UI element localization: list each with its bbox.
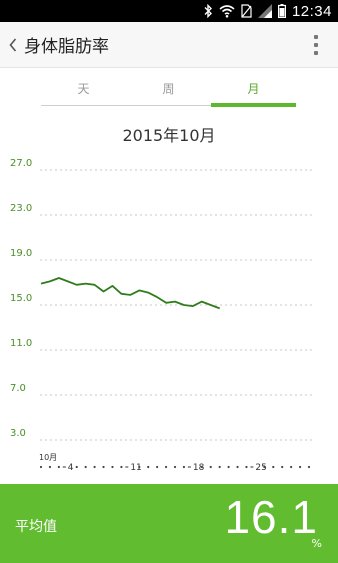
y-tick-label: 23.0 [10, 203, 32, 214]
chevron-left-icon [9, 37, 17, 52]
signal-icon [257, 4, 272, 18]
x-day-dot [307, 465, 311, 469]
x-day-dot [102, 465, 105, 469]
x-day-dot [156, 465, 159, 469]
x-day-dot [138, 465, 141, 469]
average-unit: % [311, 537, 322, 550]
x-day-dot [290, 465, 293, 469]
x-tick-label: 4 [68, 463, 74, 473]
x-day-dot [227, 465, 230, 469]
average-label: 平均值 [15, 519, 57, 535]
y-tick-label: 27.0 [10, 158, 32, 169]
back-button[interactable] [2, 22, 24, 68]
x-day-dot [57, 465, 60, 469]
x-day-dot [93, 465, 96, 469]
x-tick-label: 11 [130, 463, 141, 473]
x-tick-label: 18 [193, 463, 205, 473]
month-label: 10月 [39, 453, 57, 462]
status-time: 12:34 [291, 2, 332, 20]
x-day-dot [245, 465, 248, 469]
x-day-dot [111, 465, 114, 469]
chart-title: 2015年10月 [122, 126, 216, 145]
body-fat-chart: 27.0 23.0 19.0 15.0 11.0 7.0 3.0 10月 4 11 18 25 [10, 158, 314, 473]
x-day-dot [298, 465, 302, 469]
x-day-dot [236, 465, 239, 469]
x-tick-label: 25 [255, 463, 266, 473]
series-line [40, 277, 221, 310]
page-title: 身体脂肪率 [24, 37, 109, 57]
app-bar: 身体脂肪率 [0, 22, 338, 68]
y-tick-label: 11.0 [10, 338, 32, 349]
x-day-dot [120, 465, 123, 469]
y-tick-label: 15.0 [10, 293, 32, 304]
y-tick-label: 7.0 [10, 383, 26, 394]
x-day-dot [209, 465, 212, 469]
x-day-dot [182, 465, 186, 469]
average-panel: 平均值 16.1 % [0, 484, 338, 563]
x-day-dot [84, 465, 87, 469]
x-day-dot [147, 465, 150, 469]
x-day-dot [48, 465, 52, 469]
period-tabs: 天 周 月 [41, 78, 296, 107]
bluetooth-icon [203, 4, 213, 18]
x-day-dot [281, 465, 284, 469]
status-bar: 12:34 [0, 0, 338, 22]
battery-icon [277, 4, 286, 18]
tab-month[interactable]: 月 [211, 78, 296, 107]
average-value: 16.1 [224, 491, 318, 543]
y-tick-label: 3.0 [10, 428, 26, 439]
tab-week[interactable]: 周 [126, 78, 211, 105]
x-day-dot [200, 465, 203, 469]
y-tick-label: 19.0 [10, 248, 32, 259]
x-day-dot [164, 465, 168, 469]
wifi-icon [219, 4, 235, 18]
x-day-dot [263, 465, 266, 469]
tab-day[interactable]: 天 [41, 78, 126, 105]
x-day-dot [218, 465, 221, 469]
no-sim-icon [241, 4, 252, 18]
x-day-dot [173, 465, 177, 469]
x-day-dot [272, 465, 275, 469]
x-day-dot [75, 465, 78, 469]
overflow-menu-icon[interactable] [310, 33, 322, 57]
x-day-dot [39, 465, 43, 469]
